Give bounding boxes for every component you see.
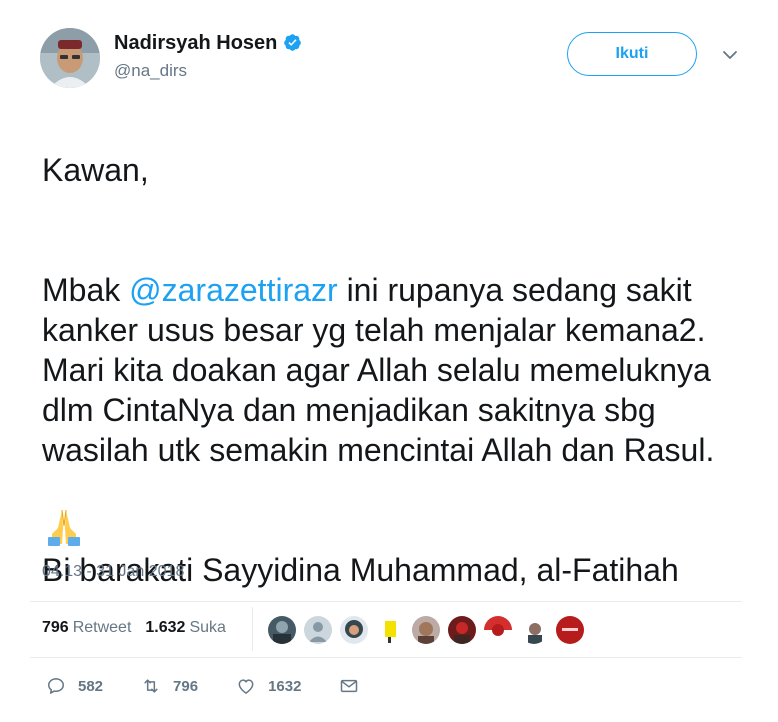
divider [30, 601, 742, 602]
direct-message-button[interactable] [339, 676, 359, 696]
like-button[interactable]: 1632 [236, 676, 301, 696]
liker-avatar[interactable] [268, 616, 296, 644]
folded-hands-emoji [48, 509, 80, 546]
author-handle[interactable]: @na_dirs [114, 61, 187, 81]
reply-icon [48, 678, 64, 694]
tweet-text-prefix: Mbak [42, 272, 130, 308]
retweet-stat-label: Retweet [72, 619, 132, 636]
like-count: 1632 [268, 677, 302, 695]
mention-link[interactable]: @zarazettirazr [129, 272, 338, 308]
divider [30, 657, 742, 658]
retweet-icon [144, 679, 158, 693]
retweet-stat[interactable]: 796 Retweet [42, 619, 131, 637]
retweet-stat-count: 796 [42, 619, 69, 636]
liker-avatar[interactable] [448, 616, 476, 644]
liker-avatar[interactable] [484, 616, 512, 644]
like-stat-label: Suka [189, 619, 226, 636]
retweet-button[interactable]: 796 [141, 676, 198, 696]
liker-avatar[interactable] [340, 616, 368, 644]
like-stat-count: 1.632 [145, 619, 186, 636]
reply-count: 582 [78, 677, 104, 695]
stats-separator [252, 607, 253, 651]
liker-avatar[interactable] [412, 616, 440, 644]
tweet-text: Kawan, Mbak @zarazettirazr ini rupanya s… [42, 110, 762, 630]
tweet-greeting: Kawan, [42, 152, 149, 188]
chevron-down-icon[interactable] [722, 47, 738, 63]
liker-avatar[interactable] [520, 616, 548, 644]
liker-avatar[interactable] [304, 616, 332, 644]
tweet-stats: 796 Retweet 1.632 Suka [42, 619, 226, 637]
retweet-count: 796 [173, 677, 199, 695]
liker-avatars [268, 616, 592, 644]
reply-button[interactable]: 582 [46, 676, 103, 696]
liker-avatar[interactable] [376, 616, 404, 644]
heart-icon [238, 679, 254, 694]
author-avatar[interactable] [40, 28, 100, 88]
envelope-icon [341, 679, 358, 693]
liker-avatar[interactable] [556, 616, 584, 644]
tweet-actions: 582 796 1632 [46, 676, 359, 696]
follow-button[interactable]: Ikuti [567, 32, 697, 76]
like-stat[interactable]: 1.632 Suka [145, 619, 226, 637]
author-name[interactable]: Nadirsyah Hosen [114, 32, 302, 55]
verified-badge-icon [284, 34, 302, 51]
tweet-timestamp[interactable]: 04.13 - 31 Jan 2018 [42, 563, 184, 581]
tweet-paragraph: Mbak @zarazettirazr ini rupanya sedang s… [42, 270, 762, 470]
author-name-text[interactable]: Nadirsyah Hosen [114, 32, 277, 54]
